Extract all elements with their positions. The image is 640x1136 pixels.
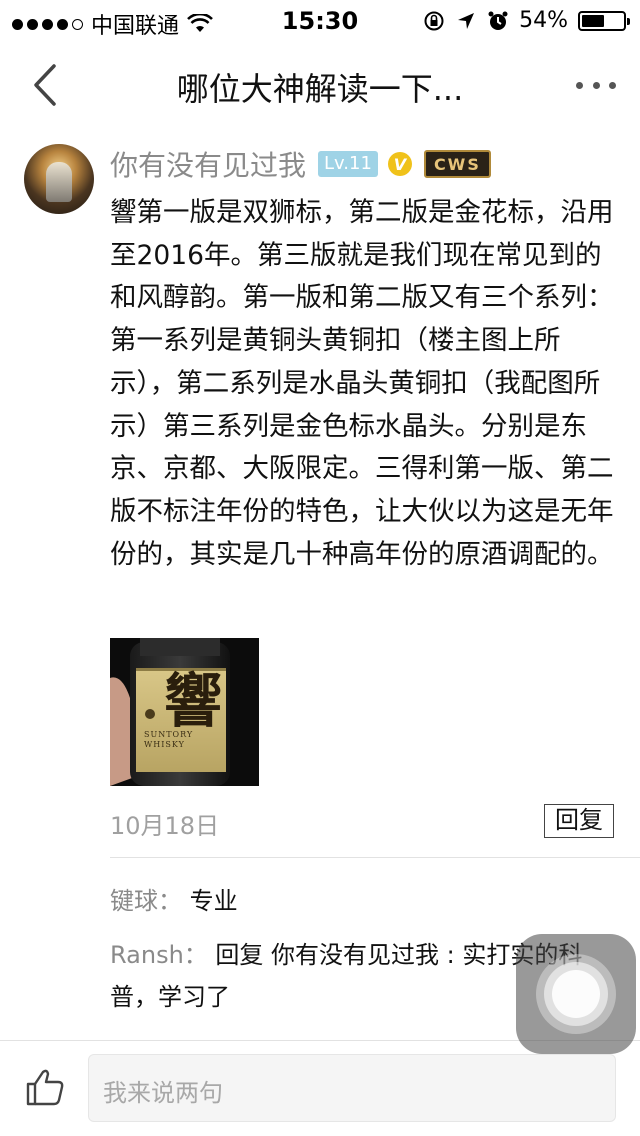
assistive-touch-button[interactable] xyxy=(516,934,636,1054)
alarm-clock-icon xyxy=(488,11,508,30)
comment-text: 专业 xyxy=(189,887,238,915)
cws-badge: CWS xyxy=(423,150,491,178)
bottle-label-kanji: 響 xyxy=(164,667,223,735)
orientation-lock-icon xyxy=(424,11,444,30)
divider xyxy=(110,857,640,858)
comment-user[interactable]: 键球： xyxy=(110,887,182,915)
level-badge: Lv.11 xyxy=(318,151,378,177)
page: 中国联通 15:30 54% 哪位大神解读一下... 你有没有见过我 Lv.11… xyxy=(0,0,640,1136)
status-bar: 中国联通 15:30 54% xyxy=(0,0,640,40)
reply-button[interactable]: 回复 xyxy=(544,804,614,838)
page-title: 哪位大神解读一下... xyxy=(176,70,464,108)
nav-bar: 哪位大神解读一下... xyxy=(0,40,640,132)
post-body: 響第一版是双狮标，第二版是金花标，沿用至2016年。第三版就是我们现在常见到的 … xyxy=(110,197,614,570)
battery-icon xyxy=(578,10,630,31)
chevron-left-icon[interactable] xyxy=(26,62,66,108)
comment-user[interactable]: Ransh： xyxy=(110,941,208,969)
author-row: 你有没有见过我 Lv.11 V CWS xyxy=(110,146,491,182)
verified-icon: V xyxy=(387,152,412,176)
post-date: 10月18日 xyxy=(110,812,220,840)
bottle-brand-line1: SUNTORY xyxy=(144,730,194,739)
author-name[interactable]: 你有没有见过我 xyxy=(110,144,306,184)
comment-item[interactable]: 键球： 专业 xyxy=(110,880,610,922)
comment-input[interactable]: 我来说两句 xyxy=(88,1054,616,1122)
battery-percent: 54% xyxy=(519,8,568,33)
avatar[interactable] xyxy=(24,144,94,214)
location-arrow-icon xyxy=(458,12,475,29)
whisky-bottle-image[interactable]: 響 SUNTORY WHISKY xyxy=(110,638,259,786)
bottle-brand-line2: WHISKY xyxy=(144,740,185,749)
more-dots-icon[interactable] xyxy=(576,78,616,92)
battery-level-fill xyxy=(582,14,604,27)
thumbs-up-icon[interactable] xyxy=(24,1066,66,1108)
